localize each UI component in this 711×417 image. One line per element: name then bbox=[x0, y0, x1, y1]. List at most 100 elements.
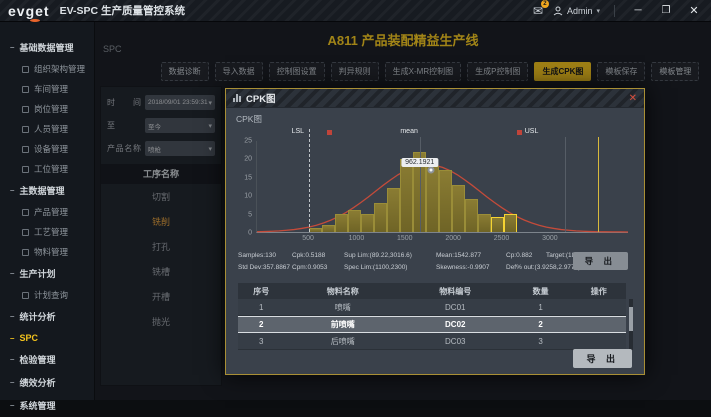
sidebar-item-label: 计划查询 bbox=[34, 289, 68, 301]
table-body: 1喷嘴DC0112前喷嘴DC0223后喷嘴DC033 bbox=[238, 299, 626, 350]
sidebar-group-SPC[interactable]: –SPC bbox=[0, 328, 94, 348]
modal-close-icon[interactable]: ✕ bbox=[629, 93, 637, 104]
close-button[interactable]: ✕ bbox=[685, 4, 703, 17]
app-title: EV-SPC 生产质量管控系统 bbox=[60, 3, 185, 18]
sidebar-group-统计分析[interactable]: –统计分析 bbox=[0, 305, 94, 328]
notification-badge: 2 bbox=[541, 0, 549, 8]
table-row[interactable]: 3后喷嘴DC033 bbox=[238, 333, 626, 350]
table-header-row: 序号物料名称物料编号数量操作 bbox=[238, 283, 626, 299]
modal-header[interactable]: CPK图 ✕ bbox=[226, 89, 644, 108]
sidebar-item-计划查询[interactable]: 计划查询 bbox=[0, 285, 94, 305]
sidebar-item-物料管理[interactable]: 物料管理 bbox=[0, 242, 94, 262]
x-tick-label: 3000 bbox=[542, 235, 558, 242]
histogram-bar[interactable] bbox=[309, 228, 322, 232]
cpk-modal: CPK图 ✕ CPK图 LSLmeanUSL 2520151050 500100… bbox=[225, 88, 645, 375]
collapse-icon: – bbox=[10, 269, 14, 278]
table-row[interactable]: 2前喷嘴DC022 bbox=[238, 316, 626, 333]
table-cell: 3 bbox=[510, 337, 572, 346]
user-menu[interactable]: Admin ▾ bbox=[553, 6, 600, 16]
sidebar-item-label: 车间管理 bbox=[34, 83, 68, 95]
scrollbar-thumb[interactable] bbox=[629, 307, 633, 331]
sidebar-group-基础数据管理[interactable]: –基础数据管理 bbox=[0, 36, 94, 59]
histogram-bar[interactable] bbox=[478, 214, 491, 232]
table-header-物料名称: 物料名称 bbox=[285, 286, 401, 297]
table-header-序号: 序号 bbox=[238, 286, 285, 297]
marker-vline bbox=[420, 137, 421, 232]
stat-value: Std Dev:357.8867 bbox=[238, 264, 292, 271]
histogram-bar[interactable] bbox=[361, 214, 374, 232]
bullet-icon bbox=[22, 229, 29, 236]
sidebar-item-label: 设备管理 bbox=[34, 143, 68, 155]
stat-value: Cpk:0.5188 bbox=[292, 252, 344, 259]
marker-vline bbox=[565, 137, 566, 232]
titlebar: evget EV-SPC 生产质量管控系统 ✉2 Admin ▾ ─ ❐ ✕ bbox=[0, 0, 711, 22]
divider bbox=[614, 5, 615, 17]
sidebar-group-检验管理[interactable]: –检验管理 bbox=[0, 348, 94, 371]
sidebar-group-label: 统计分析 bbox=[19, 310, 55, 323]
sidebar-item-label: 岗位管理 bbox=[34, 103, 68, 115]
sidebar-group-label: 主数据管理 bbox=[19, 184, 64, 197]
bullet-icon bbox=[22, 146, 29, 153]
sidebar-item-产品管理[interactable]: 产品管理 bbox=[0, 202, 94, 222]
bullet-icon bbox=[22, 249, 29, 256]
user-icon bbox=[553, 6, 563, 16]
sidebar-group-系统管理[interactable]: –系统管理 bbox=[0, 394, 94, 417]
data-tooltip: 962.1921 bbox=[401, 158, 438, 167]
histogram-bar[interactable] bbox=[348, 210, 361, 232]
x-axis: 50010001500200025003000 bbox=[256, 233, 628, 243]
marker-label-USL: USL bbox=[525, 128, 539, 135]
app-logo: evget bbox=[8, 3, 50, 19]
x-tick-label: 1000 bbox=[349, 235, 365, 242]
stat-value: Cp:0.882 bbox=[506, 252, 546, 259]
modal-title: CPK图 bbox=[246, 91, 276, 105]
sidebar-item-工位管理[interactable]: 工位管理 bbox=[0, 159, 94, 179]
mail-icon[interactable]: ✉2 bbox=[533, 4, 543, 18]
histogram-bar[interactable] bbox=[400, 159, 413, 232]
table-header-数量: 数量 bbox=[510, 286, 572, 297]
stat-value: Mean:1542.877 bbox=[436, 252, 506, 259]
chart-icon bbox=[233, 94, 241, 102]
sidebar-group-主数据管理[interactable]: –主数据管理 bbox=[0, 179, 94, 202]
table-scrollbar[interactable] bbox=[629, 299, 633, 350]
histogram-bar[interactable] bbox=[322, 225, 335, 232]
sidebar-group-label: 系统管理 bbox=[19, 399, 55, 412]
histogram-bar[interactable] bbox=[335, 214, 348, 232]
cpk-chart: LSLmeanUSL 2520151050 500100015002000250… bbox=[256, 141, 628, 233]
table-cell: 喷嘴 bbox=[285, 302, 401, 313]
table-cell: 3 bbox=[238, 337, 285, 346]
bullet-icon bbox=[22, 166, 29, 173]
export-chart-button[interactable]: 导 出 bbox=[573, 252, 628, 270]
data-point-marker[interactable] bbox=[427, 166, 434, 173]
minimize-button[interactable]: ─ bbox=[629, 5, 647, 16]
histogram-bar[interactable] bbox=[465, 199, 478, 232]
table-row[interactable]: 1喷嘴DC011 bbox=[238, 299, 626, 316]
table-cell: 2 bbox=[238, 320, 285, 329]
maximize-button[interactable]: ❐ bbox=[657, 5, 675, 16]
sidebar-group-生产计划[interactable]: –生产计划 bbox=[0, 262, 94, 285]
sidebar-item-工艺管理[interactable]: 工艺管理 bbox=[0, 222, 94, 242]
stat-value: Def% out:(3.9258,2.9771) bbox=[506, 264, 546, 271]
sidebar-item-label: 产品管理 bbox=[34, 206, 68, 218]
sidebar-item-岗位管理[interactable]: 岗位管理 bbox=[0, 99, 94, 119]
chart-plot-area: LSLmeanUSL bbox=[256, 141, 628, 233]
histogram-bar[interactable] bbox=[426, 166, 439, 232]
sidebar-item-组织架构管理[interactable]: 组织架构管理 bbox=[0, 59, 94, 79]
sidebar-item-label: 组织架构管理 bbox=[34, 63, 85, 75]
sidebar-item-车间管理[interactable]: 车间管理 bbox=[0, 79, 94, 99]
sidebar-groups: –基础数据管理组织架构管理车间管理岗位管理人员管理设备管理工位管理–主数据管理产… bbox=[0, 36, 94, 417]
sidebar-group-绩效分析[interactable]: –绩效分析 bbox=[0, 371, 94, 394]
collapse-icon: – bbox=[10, 186, 14, 195]
sidebar-item-设备管理[interactable]: 设备管理 bbox=[0, 139, 94, 159]
sidebar-item-人员管理[interactable]: 人员管理 bbox=[0, 119, 94, 139]
histogram-bar[interactable] bbox=[387, 188, 400, 232]
histogram-bar[interactable] bbox=[452, 185, 465, 232]
histogram-bar[interactable] bbox=[491, 217, 504, 232]
bullet-icon bbox=[22, 292, 29, 299]
table-cell: 1 bbox=[510, 303, 572, 312]
histogram-bar[interactable] bbox=[374, 203, 387, 232]
x-tick-label: 500 bbox=[302, 235, 314, 242]
export-table-button[interactable]: 导 出 bbox=[573, 349, 632, 368]
sidebar-group-label: 生产计划 bbox=[19, 267, 55, 280]
histogram-bar[interactable] bbox=[439, 170, 452, 232]
histogram-bar[interactable] bbox=[504, 214, 517, 232]
